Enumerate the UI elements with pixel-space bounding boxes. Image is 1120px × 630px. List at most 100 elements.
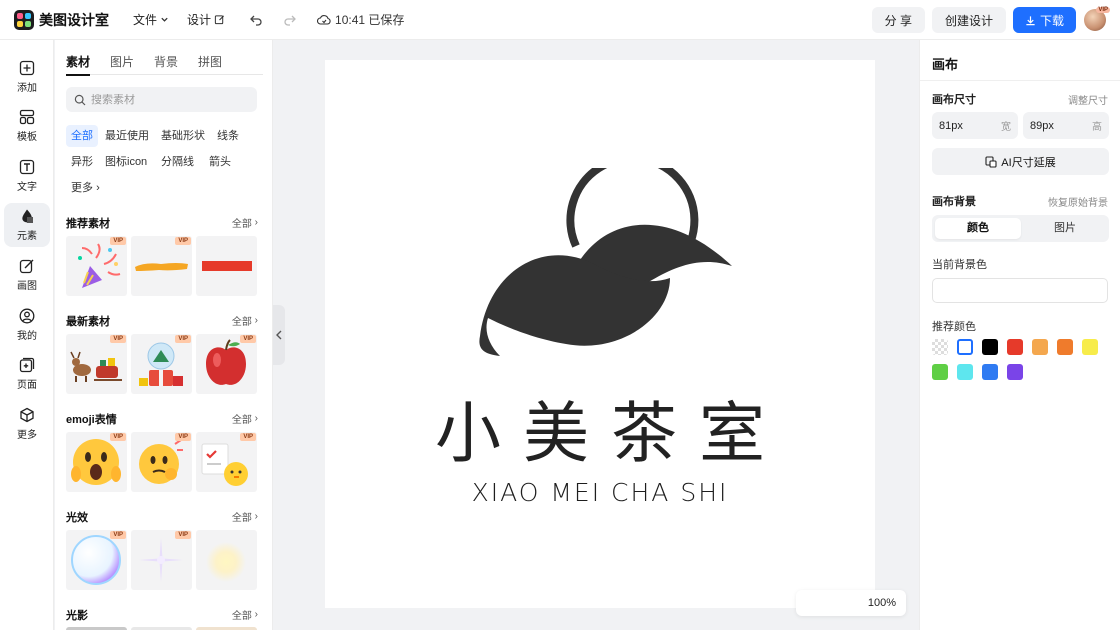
chip-arrows[interactable]: 箭头 <box>204 151 236 173</box>
swatch-blue[interactable] <box>982 364 998 380</box>
chevron-left-icon <box>276 330 282 340</box>
material-tile[interactable]: VIP <box>196 334 257 394</box>
material-tile[interactable]: VIP <box>196 432 257 492</box>
rail-item-mine[interactable]: 我的 <box>4 303 50 347</box>
rail-item-page[interactable]: 页面 <box>4 352 50 396</box>
bubble-icon <box>71 535 121 585</box>
brand-english-text[interactable]: XIAO MEI CHA SHI <box>325 478 875 507</box>
swatch-cyan[interactable] <box>957 364 973 380</box>
chip-irregular[interactable]: 异形 <box>66 151 98 173</box>
swatch-orange[interactable] <box>1057 339 1073 355</box>
divider <box>920 80 1120 81</box>
tab-material[interactable]: 素材 <box>66 53 91 76</box>
adjust-size-link[interactable]: 调整尺寸 <box>1068 92 1108 107</box>
swatch-light-orange[interactable] <box>1032 339 1048 355</box>
user-icon <box>19 308 35 324</box>
chip-lines[interactable]: 线条 <box>212 125 244 147</box>
app-logo-icon <box>14 9 34 30</box>
material-tile[interactable] <box>196 236 257 296</box>
chip-recent[interactable]: 最近使用 <box>100 125 154 147</box>
section-title-light-shadow: 光影 <box>66 610 88 622</box>
width-field[interactable]: 81px 宽 <box>932 112 1018 139</box>
restore-bg-link[interactable]: 恢复原始背景 <box>1048 194 1108 209</box>
material-tile[interactable]: VIP <box>131 334 192 394</box>
cube-icon <box>20 407 34 423</box>
rail-item-add[interactable]: 添加 <box>4 55 50 99</box>
plus-square-icon <box>19 60 35 76</box>
search-input[interactable] <box>91 93 251 106</box>
section-all-light-effects[interactable]: 全部 › <box>232 509 258 524</box>
chip-more[interactable]: 更多 › <box>66 177 105 199</box>
material-tile[interactable] <box>196 530 257 590</box>
share-button[interactable]: 分 享 <box>871 7 925 33</box>
tab-background[interactable]: 背景 <box>154 53 178 75</box>
height-unit: 高 <box>1092 122 1102 133</box>
collapse-panel-button[interactable] <box>273 305 285 365</box>
redo-button[interactable] <box>283 13 297 27</box>
bg-type-color[interactable]: 颜色 <box>935 218 1021 239</box>
swatch-black[interactable] <box>982 339 998 355</box>
vip-badge: VIP <box>240 433 256 441</box>
canvas-properties-panel: 画布 画布尺寸 调整尺寸 81px 宽 89px 高 AI尺寸延展 画布背景 恢… <box>919 40 1120 630</box>
undo-icon <box>250 15 262 26</box>
tab-images[interactable]: 图片 <box>110 53 134 75</box>
bg-type-image[interactable]: 图片 <box>1022 218 1108 239</box>
section-all-recommended[interactable]: 全部 › <box>232 215 258 230</box>
undo-button[interactable] <box>249 13 263 27</box>
rail-item-draw[interactable]: 画图 <box>4 253 50 297</box>
rail-item-elements[interactable]: 元素 <box>4 203 50 247</box>
section-all-latest[interactable]: 全部 › <box>232 313 258 328</box>
create-design-button[interactable]: 创建设计 <box>931 7 1006 33</box>
material-tile[interactable]: VIP <box>66 530 127 590</box>
current-bg-color-field[interactable] <box>932 278 1108 303</box>
panel-title: 画布 <box>932 57 959 72</box>
swatch-red[interactable] <box>1007 339 1023 355</box>
section-all-light-shadow[interactable]: 全部 › <box>232 607 258 622</box>
material-tile[interactable]: VIP <box>131 432 192 492</box>
vip-badge: VIP <box>110 335 126 343</box>
rail-item-text[interactable]: 文字 <box>4 154 50 198</box>
swatch-transparent[interactable] <box>932 339 948 355</box>
swatch-white[interactable] <box>957 339 973 355</box>
chevron-right-icon: › <box>96 182 100 194</box>
search-box[interactable] <box>66 87 257 112</box>
swatch-yellow[interactable] <box>1082 339 1098 355</box>
chip-all[interactable]: 全部 <box>66 125 98 147</box>
file-menu[interactable]: 文件 <box>133 11 169 28</box>
section-all-emoji[interactable]: 全部 › <box>232 411 258 426</box>
brand-chinese-text[interactable]: 小美茶室 <box>325 380 875 476</box>
rail-item-template[interactable]: 模板 <box>4 104 50 148</box>
material-tile[interactable]: VIP <box>66 432 127 492</box>
page-icon <box>19 357 35 373</box>
swatch-purple[interactable] <box>1007 364 1023 380</box>
current-bg-label: 当前背景色 <box>932 259 987 271</box>
material-tile[interactable]: VIP <box>131 530 192 590</box>
material-panel: 素材 图片 背景 拼图 全部 最近使用 基础形状 线条 异形 图标icon 分隔… <box>55 40 273 630</box>
design-canvas[interactable]: 小美茶室 XIAO MEI CHA SHI <box>325 60 875 608</box>
material-tile[interactable]: VIP <box>66 334 127 394</box>
party-popper-icon <box>78 243 121 288</box>
tab-collage[interactable]: 拼图 <box>198 53 222 75</box>
zoom-control[interactable]: 100% <box>796 590 906 616</box>
redo-icon <box>284 15 296 26</box>
apple-icon <box>206 339 246 385</box>
design-menu[interactable]: 设计 <box>187 11 225 28</box>
left-rail: 添加 模板 文字 元素 画图 我的 页面 更多 <box>0 40 54 630</box>
download-button[interactable]: 下载 <box>1012 7 1076 33</box>
chip-icons[interactable]: 图标icon <box>100 151 152 173</box>
user-avatar[interactable]: VIP <box>1084 7 1110 31</box>
height-field[interactable]: 89px 高 <box>1023 112 1109 139</box>
ai-size-extend-button[interactable]: AI尺寸延展 <box>932 148 1109 175</box>
swatch-green[interactable] <box>932 364 948 380</box>
chevron-right-icon: › <box>254 413 258 424</box>
rail-item-more[interactable]: 更多 <box>4 402 50 446</box>
material-tabs: 素材 图片 背景 拼图 <box>66 53 263 76</box>
tea-leaf-logo-icon[interactable] <box>470 168 740 368</box>
material-tile[interactable]: VIP <box>66 236 127 296</box>
material-tile[interactable]: VIP <box>131 236 192 296</box>
vip-badge: VIP <box>110 531 126 539</box>
app-logo[interactable]: 美图设计室 <box>14 9 109 30</box>
chip-dividers[interactable]: 分隔线 <box>156 151 199 173</box>
thinking-emoji-icon <box>139 439 183 484</box>
chip-basic-shapes[interactable]: 基础形状 <box>156 125 210 147</box>
